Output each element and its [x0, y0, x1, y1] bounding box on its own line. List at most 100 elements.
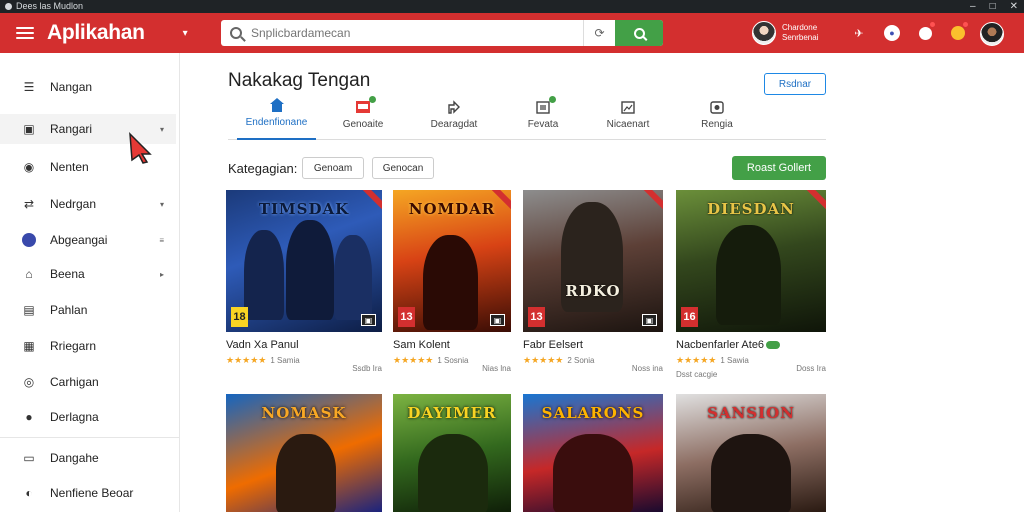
tab-label: Endenfionane [245, 117, 308, 128]
game-title[interactable]: Sam Kolent [393, 339, 511, 351]
sidebar-divider [0, 437, 180, 438]
close-icon[interactable]: ✕ [1010, 0, 1018, 13]
refresh-icon[interactable]: ⟳ [583, 20, 615, 46]
chevron-down-icon[interactable]: ▾ [183, 28, 188, 39]
main-content: Nakakag Tengan Rsdnar Endenfionane Genoa… [181, 53, 1024, 512]
gallery-icon [620, 99, 636, 115]
page-title: Nakakag Tengan [228, 70, 371, 91]
sidebar-item-7[interactable]: ▦ Rriegarn [0, 331, 176, 361]
cover-figure [553, 434, 633, 512]
cover-figure [716, 225, 781, 325]
game-cover[interactable]: TIMSDAK 18 ▣ [226, 190, 382, 332]
sidebar-item-label: Nangan [50, 80, 93, 94]
folder-icon: ▣ [23, 122, 35, 136]
sidebar-item-8[interactable]: ◎ Carhigan [0, 367, 176, 397]
game-card[interactable]: SALARONS [523, 394, 663, 512]
rating-count: 2 Sonia [567, 356, 595, 365]
notification-icon[interactable] [914, 22, 936, 44]
cover-title: DIESDAN [707, 200, 795, 218]
category-label: Kategagian: [228, 161, 298, 176]
tab-label: Genoaite [342, 119, 384, 130]
notification-dot [369, 96, 376, 103]
primary-action-button[interactable]: Roast Gollert [732, 156, 826, 180]
photo-icon [709, 99, 725, 115]
tab-1[interactable]: Genoaite [333, 93, 393, 140]
game-title[interactable]: Vadn Xa Panul [226, 339, 382, 351]
tab-label: Dearagdat [430, 119, 478, 130]
sidebar-item-label: Beena [50, 267, 85, 281]
tab-label: Fevata [527, 119, 559, 130]
header-actions: ✈ ● [848, 22, 1004, 46]
emoji-icon[interactable] [947, 22, 969, 44]
avatar [752, 21, 776, 45]
rocket-icon[interactable]: ✈ [848, 22, 870, 44]
game-cover[interactable]: NOMASK [226, 394, 382, 512]
game-card[interactable]: DAYIMER [393, 394, 511, 512]
minimize-icon[interactable]: – [970, 0, 976, 13]
search-input[interactable] [242, 20, 583, 46]
camera-icon: ◎ [23, 375, 35, 389]
cover-figure [286, 220, 334, 320]
sidebar-item-6[interactable]: ▤ Pahlan [0, 295, 176, 325]
search-icon [633, 27, 645, 39]
cover-figure [276, 434, 336, 512]
game-card[interactable]: NOMASK [226, 394, 382, 512]
user-profile[interactable]: Chardone Senrbenai [752, 21, 818, 45]
top-action-button[interactable]: Rsdnar [764, 73, 826, 95]
game-cover[interactable]: SANSION [676, 394, 826, 512]
discord-icon[interactable]: ● [884, 25, 900, 41]
sidebar-item-4[interactable]: Abgeangai ≡ [0, 225, 176, 255]
shuffle-icon: ⇄ [23, 197, 35, 211]
stars: ★★★★★ [226, 355, 267, 365]
tab-0[interactable]: Endenfionane [237, 93, 316, 140]
tab-4[interactable]: Nicaenart [600, 93, 656, 140]
game-cover[interactable]: SALARONS [523, 394, 663, 512]
maximize-icon[interactable]: □ [990, 0, 996, 13]
sidebar-item-0[interactable]: ☰ Nangan [0, 72, 176, 102]
game-card[interactable]: TIMSDAK 18 ▣ Vadn Xa Panul ★★★★★ 1 Samia … [226, 190, 382, 373]
age-rating-badge: 16 [681, 307, 698, 327]
cover-figure [244, 230, 284, 320]
app-icon [5, 3, 12, 10]
sidebar-item-9[interactable]: ● Derlagna [0, 402, 176, 432]
cover-figure [711, 434, 791, 512]
game-cover[interactable]: RDKO 13 ▣ [523, 190, 663, 332]
game-cover[interactable]: NOMDAR 13 ▣ [393, 190, 511, 332]
sidebar-item-5[interactable]: ⌂ Beena ▸ [0, 259, 176, 289]
category-chip-0[interactable]: Genoam [302, 157, 364, 179]
sidebar-bottom-item-1[interactable]: ◐ Nenfiene Beoar [0, 478, 176, 508]
chevron-right-icon: ▸ [159, 269, 164, 279]
cover-title: RDKO [565, 282, 621, 300]
rating-count: 1 Samia [270, 356, 300, 365]
game-card[interactable]: DIESDAN 16 Nacbenfarler Ate6 ★★★★★ 1 Sawi… [676, 190, 826, 379]
menu-lines-icon: ≡ [159, 235, 164, 245]
game-title-text: Nacbenfarler Ate6 [676, 339, 765, 351]
globe-icon [22, 233, 36, 247]
tab-2[interactable]: Dearagdat [424, 93, 484, 140]
game-card[interactable]: SANSION [676, 394, 826, 512]
user-name: Chardone Senrbenai [782, 23, 818, 43]
home-icon [269, 97, 285, 113]
circle-icon: ◉ [23, 160, 35, 174]
account-avatar[interactable] [980, 22, 1004, 46]
game-card[interactable]: NOMDAR 13 ▣ Sam Kolent ★★★★★ 1 Sosnia Nia… [393, 190, 511, 373]
app-brand[interactable]: Aplikahan [47, 21, 145, 45]
game-cover[interactable]: DAYIMER [393, 394, 511, 512]
menu-icon[interactable] [16, 27, 34, 39]
tab-5[interactable]: Rengia [694, 93, 740, 140]
game-title[interactable]: Nacbenfarler Ate6 [676, 339, 826, 351]
mouse-cursor-icon [129, 132, 152, 164]
document-icon: ▤ [23, 303, 35, 317]
sidebar-item-3[interactable]: ⇄ Nedrgan ▾ [0, 189, 176, 219]
notification-dot [549, 96, 556, 103]
new-ribbon [638, 190, 663, 214]
category-chip-1[interactable]: Genocan [372, 157, 434, 179]
game-card[interactable]: RDKO 13 ▣ Fabr Eelsert ★★★★★ 2 Sonia Noss… [523, 190, 663, 373]
game-cover[interactable]: DIESDAN 16 [676, 190, 826, 332]
age-rating-badge: 13 [398, 307, 415, 327]
tab-3[interactable]: Fevata [518, 93, 568, 140]
search-button[interactable] [615, 20, 663, 46]
cover-figure [423, 235, 478, 330]
sidebar-bottom-item-0[interactable]: ▭ Dangahe [0, 443, 176, 473]
game-title[interactable]: Fabr Eelsert [523, 339, 663, 351]
